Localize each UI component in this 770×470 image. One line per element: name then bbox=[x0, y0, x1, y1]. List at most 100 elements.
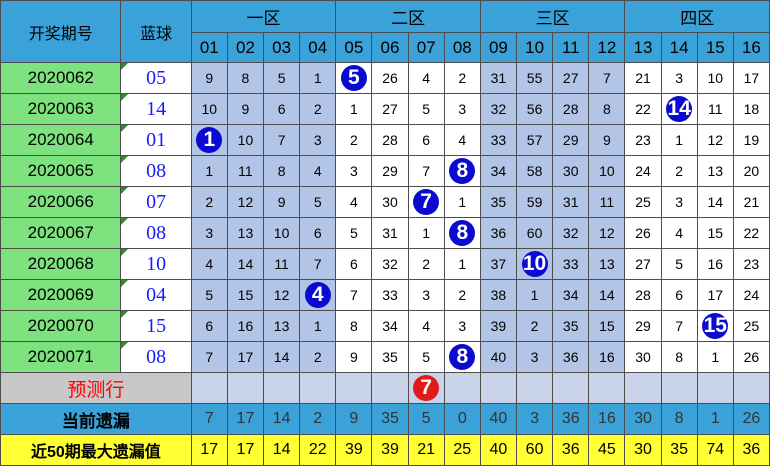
prediction-row: 预测行 7 bbox=[0, 372, 770, 404]
omission-cell: 31 bbox=[552, 186, 590, 218]
omission-cell: 13 bbox=[588, 248, 626, 280]
table-row: 2020069 04 5 15 12 4 7 33 3 2 38 1 34 14 28 6 17 24 bbox=[0, 279, 770, 311]
blue-ball-cell: 05 bbox=[120, 62, 192, 94]
omission-cell: 25 bbox=[624, 186, 662, 218]
hit-ball: 14 bbox=[666, 96, 693, 122]
omission-cell: 2 bbox=[407, 248, 445, 280]
max-omission-value: 60 bbox=[515, 434, 554, 466]
max-omission-value: 45 bbox=[588, 434, 626, 466]
omission-cell: 2 bbox=[190, 186, 228, 218]
omission-cell: 34 bbox=[479, 155, 518, 187]
current-omission-value: 36 bbox=[552, 403, 590, 435]
omission-cell: 33 bbox=[479, 124, 518, 156]
number-header: 12 bbox=[588, 32, 626, 63]
omission-cell: 33 bbox=[371, 279, 409, 311]
prediction-cell bbox=[443, 372, 481, 404]
number-header: 07 bbox=[407, 32, 445, 63]
omission-cell: 4 bbox=[407, 310, 445, 342]
current-omission-label: 当前遗漏 bbox=[0, 403, 192, 435]
omission-cell: 7 bbox=[263, 124, 301, 156]
period-cell: 2020067 bbox=[0, 217, 122, 249]
max-omission-value: 21 bbox=[407, 434, 445, 466]
zone-header: 一区 bbox=[190, 0, 337, 33]
omission-cell: 15 bbox=[226, 279, 265, 311]
max-omission-value: 39 bbox=[335, 434, 373, 466]
omission-cell: 14 bbox=[588, 279, 626, 311]
omission-cell: 4 bbox=[407, 62, 445, 94]
blue-ball-omission-table: 开奖期号 蓝球 一区 二区 三区 四区 01 02 03 04 05 06 07 08 09 10 11 12 13… bbox=[0, 0, 770, 466]
omission-cell: 5 bbox=[407, 93, 445, 125]
omission-cell: 15 bbox=[588, 310, 626, 342]
table-row: 2020064 01 1 10 7 3 2 28 6 4 33 57 29 9 23 1 12 19 bbox=[0, 124, 770, 156]
omission-cell: 4 bbox=[443, 124, 481, 156]
omission-cell: 55 bbox=[515, 62, 554, 94]
omission-cell: 15 bbox=[696, 310, 734, 342]
omission-cell: 2 bbox=[299, 341, 337, 373]
omission-cell: 9 bbox=[335, 341, 373, 373]
omission-cell: 12 bbox=[696, 124, 734, 156]
omission-cell: 14 bbox=[660, 93, 698, 125]
prediction-ball: 7 bbox=[413, 375, 440, 401]
omission-cell: 11 bbox=[263, 248, 301, 280]
omission-cell: 29 bbox=[371, 155, 409, 187]
omission-cell: 1 bbox=[660, 124, 698, 156]
omission-cell: 2 bbox=[515, 310, 554, 342]
omission-cell: 23 bbox=[624, 124, 662, 156]
prediction-cell bbox=[479, 372, 518, 404]
omission-cell: 5 bbox=[335, 62, 373, 94]
max-omission-row: 近50期最大遗漏值 17 17 14 22 39 39 21 25 40 60 36 45 30 35 74 3… bbox=[0, 434, 770, 466]
omission-cell: 1 bbox=[696, 341, 734, 373]
omission-cell: 8 bbox=[443, 341, 481, 373]
omission-cell: 14 bbox=[696, 186, 734, 218]
table-row: 2020071 08 7 17 14 2 9 35 5 8 40 3 36 16 30 8 1 26 bbox=[0, 341, 770, 373]
number-header: 11 bbox=[552, 32, 590, 63]
omission-cell: 2 bbox=[299, 93, 337, 125]
blue-ball-cell: 15 bbox=[120, 310, 192, 342]
header-row-zones: 开奖期号 蓝球 一区 二区 三区 四区 bbox=[0, 0, 770, 63]
omission-cell: 5 bbox=[299, 186, 337, 218]
omission-cell: 3 bbox=[407, 279, 445, 311]
max-omission-value: 22 bbox=[299, 434, 337, 466]
blue-ball-cell: 14 bbox=[120, 93, 192, 125]
omission-cell: 30 bbox=[624, 341, 662, 373]
omission-cell: 5 bbox=[190, 279, 228, 311]
omission-cell: 4 bbox=[299, 279, 337, 311]
omission-cell: 16 bbox=[588, 341, 626, 373]
period-cell: 2020065 bbox=[0, 155, 122, 187]
hit-ball: 8 bbox=[449, 344, 476, 370]
omission-cell: 7 bbox=[660, 310, 698, 342]
omission-cell: 11 bbox=[588, 186, 626, 218]
prediction-cell bbox=[335, 372, 373, 404]
omission-cell: 5 bbox=[407, 341, 445, 373]
current-omission-value: 16 bbox=[588, 403, 626, 435]
omission-cell: 7 bbox=[588, 62, 626, 94]
omission-cell: 1 bbox=[443, 248, 481, 280]
omission-cell: 21 bbox=[732, 186, 770, 218]
max-omission-value: 25 bbox=[443, 434, 481, 466]
omission-cell: 22 bbox=[732, 217, 770, 249]
omission-cell: 3 bbox=[515, 341, 554, 373]
omission-cell: 1 bbox=[515, 279, 554, 311]
omission-cell: 9 bbox=[588, 124, 626, 156]
omission-cell: 9 bbox=[190, 62, 228, 94]
omission-cell: 3 bbox=[299, 124, 337, 156]
max-omission-value: 17 bbox=[226, 434, 265, 466]
omission-cell: 24 bbox=[732, 279, 770, 311]
max-omission-value: 30 bbox=[624, 434, 662, 466]
blue-ball-cell: 08 bbox=[120, 155, 192, 187]
omission-cell: 3 bbox=[660, 186, 698, 218]
omission-cell: 60 bbox=[515, 217, 554, 249]
table-row: 2020062 05 9 8 5 1 5 26 4 2 31 55 27 7 21 3 10 17 bbox=[0, 62, 770, 94]
prediction-cell bbox=[624, 372, 662, 404]
blue-ball-cell: 10 bbox=[120, 248, 192, 280]
omission-cell: 6 bbox=[407, 124, 445, 156]
omission-cell: 10 bbox=[588, 155, 626, 187]
omission-cell: 4 bbox=[660, 217, 698, 249]
omission-cell: 2 bbox=[660, 155, 698, 187]
omission-cell: 26 bbox=[624, 217, 662, 249]
omission-cell: 1 bbox=[443, 186, 481, 218]
current-omission-value: 3 bbox=[515, 403, 554, 435]
omission-cell: 36 bbox=[552, 341, 590, 373]
prediction-cell bbox=[371, 372, 409, 404]
omission-cell: 18 bbox=[732, 93, 770, 125]
